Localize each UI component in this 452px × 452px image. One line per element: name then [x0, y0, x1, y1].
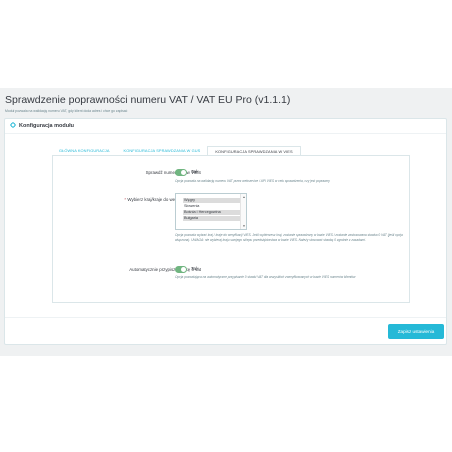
country-option[interactable]: Bośnia i Hercegowina: [183, 210, 240, 215]
check-vies-switch[interactable]: [175, 169, 187, 176]
countries-help: Opcja pozwala wybrać kraj / kraje do wer…: [175, 233, 403, 242]
scroll-down-icon[interactable]: ▼: [241, 224, 246, 228]
config-panel: Konfiguracja modułu GŁÓWNA KONFIGURACJA …: [4, 118, 447, 345]
auto-zero-switch-value: Tak: [191, 267, 199, 272]
gear-icon: [10, 122, 16, 130]
panel-footer-divider: [5, 317, 446, 318]
page-title: Sprawdzenie poprawności numeru VAT / VAT…: [5, 94, 291, 106]
switch-knob: [181, 170, 186, 175]
panel-title: Konfiguracja modułu: [19, 123, 74, 129]
switch-knob: [181, 267, 186, 272]
panel-header: Konfiguracja modułu: [5, 119, 446, 134]
country-option[interactable]: Węgry: [183, 198, 240, 203]
auto-zero-help: Opcja pozwalająca na automatyczne przypi…: [175, 275, 356, 279]
save-settings-button[interactable]: Zapisz ustawienia: [388, 324, 444, 339]
auto-zero-switch[interactable]: [175, 266, 187, 273]
scroll-up-icon[interactable]: ▲: [241, 195, 246, 199]
page: Sprawdzenie poprawności numeru VAT / VAT…: [0, 0, 452, 452]
countries-multiselect[interactable]: Węgry Słowenia Bośnia i Hercegowina Bułg…: [175, 193, 247, 230]
country-option[interactable]: Słowenia: [183, 204, 240, 209]
page-subtitle: Moduł pozwala na walidację numeru VAT, g…: [5, 109, 128, 113]
select-scrollbar[interactable]: ▲ ▼: [240, 194, 246, 229]
check-vies-help: Opcja pozwala na walidację numeru VAT pr…: [175, 179, 330, 183]
country-option[interactable]: Bułgaria: [183, 216, 240, 221]
check-vies-switch-value: Tak: [191, 170, 199, 175]
required-mark: *: [124, 197, 127, 202]
